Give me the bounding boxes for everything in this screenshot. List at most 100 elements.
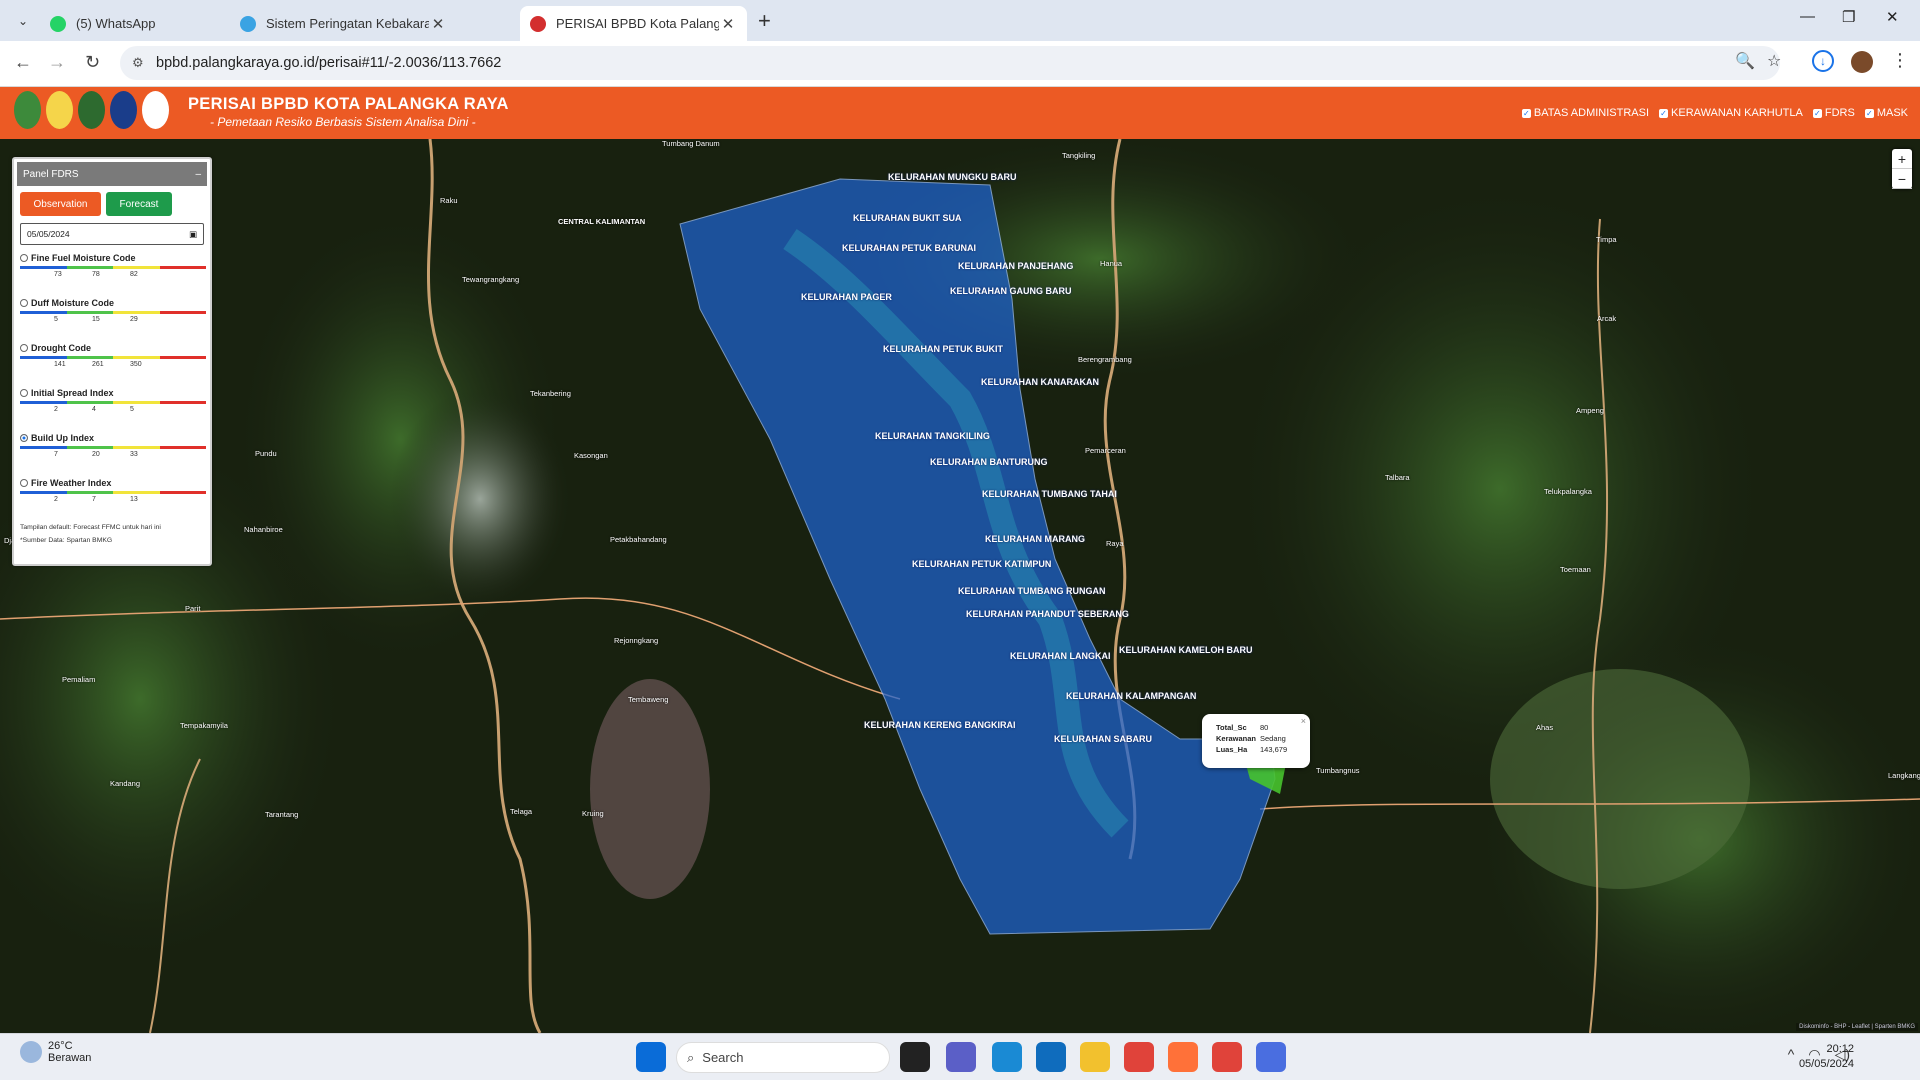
bpbd-logo-icon (46, 91, 73, 129)
calculator-icon[interactable] (1256, 1042, 1286, 1072)
site-info-icon[interactable]: ⚙ (132, 55, 148, 71)
checkbox-icon[interactable]: ✓ (1864, 108, 1874, 118)
map-attribution[interactable]: Diskominfo - BHP - Leaflet | Sparten BMK… (1796, 1023, 1918, 1031)
forecast-button[interactable]: Forecast (106, 192, 172, 216)
tab-search-icon[interactable]: ⌄ (12, 10, 34, 32)
close-tab-icon[interactable]: ✕ (719, 15, 737, 33)
index-option[interactable]: Fine Fuel Moisture Code 73 78 82 (20, 248, 206, 290)
radio-button[interactable] (20, 389, 28, 397)
radio-button[interactable] (20, 254, 28, 262)
index-label[interactable]: Initial Spread Index (20, 383, 204, 398)
firefox-icon[interactable] (1168, 1042, 1198, 1072)
layer-toggles: ✓ BATAS ADMINISTRASI ✓ KERAWANAN KARHUTLA … (1521, 107, 1908, 119)
windows-start-icon[interactable] (636, 1042, 666, 1072)
kelurahan-label: KELURAHAN LANGKAI (1010, 651, 1111, 661)
index-label[interactable]: Fire Weather Index (20, 473, 204, 488)
restore-icon[interactable]: ❐ (1842, 8, 1855, 26)
mail-icon[interactable] (1036, 1042, 1066, 1072)
scale-tick-label: 33 (130, 451, 138, 458)
scale-tick-label: 2 (54, 496, 58, 503)
back-icon[interactable]: ← (14, 52, 32, 73)
tab-perisai[interactable]: PERISAI BPBD Kota Palangka Ra ✕ (520, 6, 747, 41)
kelurahan-label: KELURAHAN TANGKILING (875, 431, 990, 441)
bookmark-star-icon[interactable]: ☆ (1767, 51, 1781, 71)
tab-sistem-peringatan[interactable]: Sistem Peringatan Kebakaran H ✕ (230, 6, 457, 41)
minimize-icon[interactable]: — (1800, 8, 1815, 25)
popup-value: 143,679 (1260, 745, 1288, 754)
zoom-out-button[interactable]: − (1892, 169, 1912, 189)
index-option[interactable]: Initial Spread Index 2 4 5 (20, 383, 206, 425)
file-explorer-icon[interactable] (1080, 1042, 1110, 1072)
task-view-icon[interactable] (900, 1042, 930, 1072)
index-label[interactable]: Drought Code (20, 338, 204, 353)
index-color-scale (20, 266, 206, 269)
kelurahan-label: KELURAHAN KAMELOH BARU (1119, 645, 1253, 655)
place-label: Raku (440, 196, 458, 205)
zoom-icon[interactable]: 🔍 (1735, 51, 1755, 71)
calendar-icon[interactable]: ▣ (189, 229, 197, 240)
index-option[interactable]: Fire Weather Index 2 7 13 (20, 473, 206, 515)
reload-icon[interactable]: ↻ (85, 52, 100, 73)
checkbox-icon[interactable]: ✓ (1521, 108, 1531, 118)
layer-label: FDRS (1824, 107, 1855, 119)
close-tab-icon[interactable]: ✕ (429, 15, 447, 33)
radio-button[interactable] (20, 479, 28, 487)
scale-segment (66, 446, 113, 449)
url-input[interactable]: ⚙ bpbd.palangkaraya.go.id/perisai#11/-2.… (120, 46, 1780, 80)
index-name: Drought Code (31, 343, 91, 353)
scale-segment (66, 401, 113, 404)
index-option[interactable]: Drought Code 141 261 350 (20, 338, 206, 380)
checkbox-icon[interactable]: ✓ (1812, 108, 1822, 118)
kelurahan-label: KELURAHAN SABARU (1054, 734, 1152, 744)
edge-icon[interactable] (992, 1042, 1022, 1072)
observation-button[interactable]: Observation (20, 192, 101, 216)
index-option[interactable]: Build Up Index 7 20 33 (20, 428, 206, 470)
zoom-in-button[interactable]: + (1892, 149, 1912, 169)
map-canvas[interactable]: + − KELURAHAN MUNGKU BARU KELURAHAN BUKI… (0, 139, 1920, 1033)
popup-close-button[interactable]: × (1301, 716, 1306, 726)
scale-segment (159, 356, 206, 359)
chrome-profile-icon[interactable] (1212, 1042, 1242, 1072)
radio-button[interactable] (20, 434, 28, 442)
layer-mask[interactable]: ✓ MASK (1864, 107, 1908, 119)
popup-row: Total_Sc 80 (1216, 723, 1310, 734)
collapse-button[interactable]: – (195, 169, 201, 180)
index-label[interactable]: Fine Fuel Moisture Code (20, 248, 204, 263)
tray-chevron-icon[interactable]: ^ (1788, 1046, 1795, 1063)
layer-label: BATAS ADMINISTRASI (1533, 107, 1650, 119)
checkbox-icon[interactable]: ✓ (1659, 108, 1669, 118)
profile-avatar[interactable] (1851, 51, 1873, 73)
taskbar-search[interactable]: ⌕ Search (676, 1042, 890, 1073)
download-icon[interactable]: ↓ (1812, 50, 1834, 72)
popup-key: Kerawanan (1216, 734, 1257, 743)
place-label: Nahanbiroe (244, 525, 283, 534)
index-color-scale (20, 446, 206, 449)
index-option[interactable]: Duff Moisture Code 5 15 29 (20, 293, 206, 335)
scale-segment (20, 491, 67, 494)
forward-icon[interactable]: → (48, 52, 66, 73)
close-window-icon[interactable]: ✕ (1886, 8, 1899, 26)
tab-title: PERISAI BPBD Kota Palangka Ra (556, 16, 719, 31)
place-label: Ampeng (1576, 406, 1604, 415)
chrome-icon[interactable] (1124, 1042, 1154, 1072)
layer-fdrs[interactable]: ✓ FDRS (1812, 107, 1855, 119)
clock[interactable]: 20:12 05/05/2024 (1799, 1042, 1854, 1072)
scale-tick-label: 2 (54, 406, 58, 413)
layer-batas-administrasi[interactable]: ✓ BATAS ADMINISTRASI (1521, 107, 1650, 119)
browser-menu-icon[interactable]: ⋮ (1891, 50, 1909, 71)
place-label: Parit (185, 604, 201, 613)
radio-button[interactable] (20, 344, 28, 352)
index-label[interactable]: Build Up Index (20, 428, 204, 443)
new-tab-button[interactable]: + (758, 8, 771, 34)
layer-kerawanan-karhutla[interactable]: ✓ KERAWANAN KARHUTLA (1659, 107, 1803, 119)
weather-widget[interactable]: 26°C Berawan (20, 1040, 91, 1064)
scale-tick-label: 4 (92, 406, 96, 413)
scale-tick-label: 15 (92, 316, 100, 323)
index-label[interactable]: Duff Moisture Code (20, 293, 204, 308)
kelurahan-label: KELURAHAN KERENG BANGKIRAI (864, 720, 1016, 730)
radio-button[interactable] (20, 299, 28, 307)
date-input[interactable]: 05/05/2024 ▣ (20, 223, 204, 245)
kelurahan-label: KELURAHAN TUMBANG TAHAI (982, 489, 1117, 499)
chat-icon[interactable] (946, 1042, 976, 1072)
institute-logo-icon (110, 91, 137, 129)
